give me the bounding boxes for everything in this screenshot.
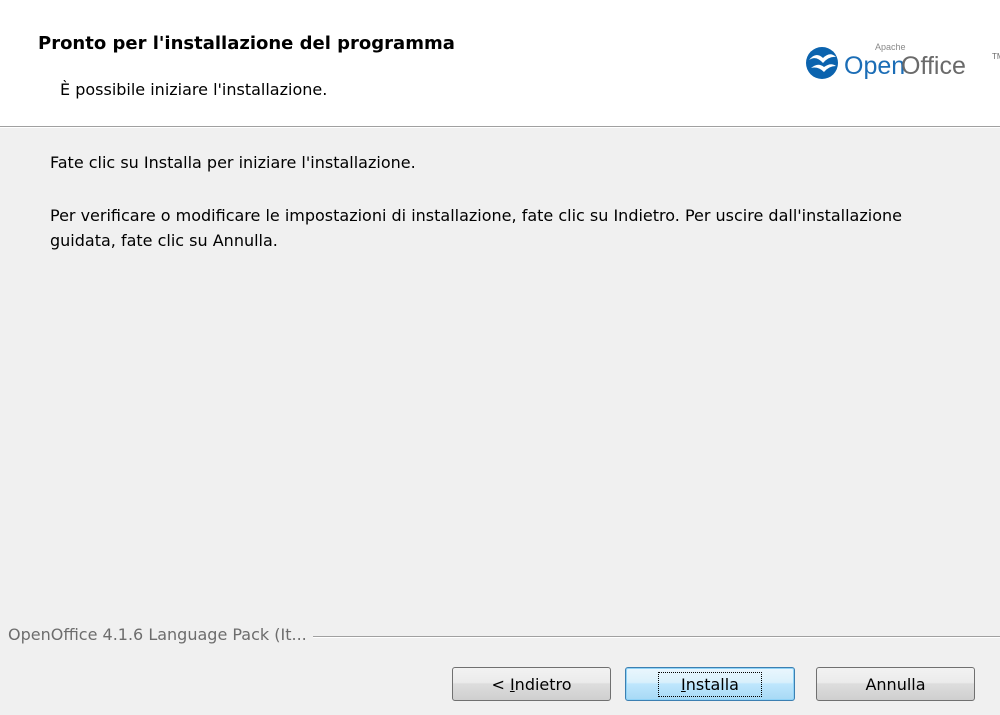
header-divider: [0, 126, 1000, 128]
product-label: OpenOffice 4.1.6 Language Pack (It...: [8, 625, 313, 644]
install-button-label: nstalla: [685, 674, 739, 694]
back-button-label: ndietro: [514, 674, 572, 694]
install-button[interactable]: Installa: [625, 667, 795, 701]
openoffice-logo: Apache Open Office TM: [802, 27, 1000, 126]
instruction-text: Fate clic su Installa per iniziare l'ins…: [50, 153, 416, 172]
note-text: Per verificare o modificare le impostazi…: [50, 206, 902, 250]
cancel-button-label: Annulla: [865, 674, 926, 694]
logo-trademark-text: TM: [992, 52, 1000, 61]
back-button[interactable]: < Indietro: [452, 667, 611, 701]
product-groupbox: OpenOffice 4.1.6 Language Pack (It...: [0, 625, 1000, 645]
page-title: Pronto per l'installazione del programma: [38, 33, 455, 54]
install-button-focus: Installa: [658, 671, 762, 697]
logo-apache-text: Apache: [875, 42, 906, 52]
header-banner: Pronto per l'installazione del programma…: [0, 0, 1000, 126]
back-button-prefix: <: [491, 674, 510, 694]
seagull-icon: [806, 47, 838, 79]
page-subtitle: È possibile iniziare l'installazione.: [60, 80, 328, 99]
cancel-button[interactable]: Annulla: [816, 667, 975, 701]
logo-office-text: Office: [901, 52, 966, 80]
logo-open-text: Open: [844, 52, 905, 80]
